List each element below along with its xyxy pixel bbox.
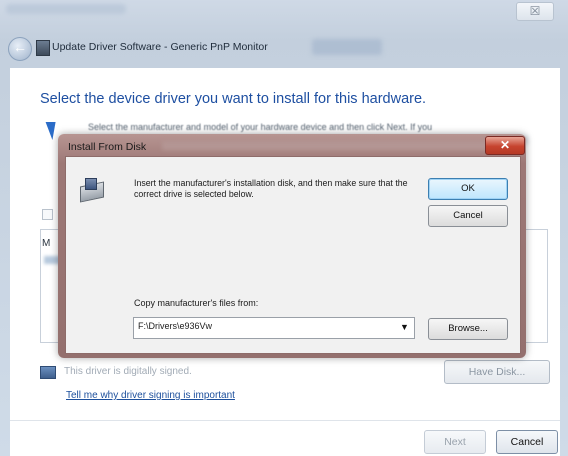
list-column-header: M: [42, 238, 51, 249]
insert-disk-message: Insert the manufacturer's installation d…: [134, 178, 408, 199]
window-close-button[interactable]: ☒: [516, 2, 554, 21]
title-blurred-chip: [312, 39, 382, 55]
instruction-text: Select the manufacturer and model of you…: [88, 122, 433, 132]
path-value[interactable]: F:\Drivers\e936Vw: [138, 321, 212, 331]
back-arrow-icon: ←: [13, 39, 27, 55]
browse-button[interactable]: Browse...: [428, 318, 508, 340]
signature-status-text: This driver is digitally signed.: [64, 366, 192, 377]
dialog-title: Install From Disk: [68, 141, 147, 153]
ok-button[interactable]: OK: [428, 178, 508, 200]
titlebar-blurred-text: [6, 4, 126, 14]
next-button[interactable]: Next: [424, 430, 486, 454]
dialog-title-blurred: [162, 141, 492, 150]
monitor-icon: [36, 40, 50, 56]
show-compatible-checkbox[interactable]: [42, 209, 53, 220]
wizard-title: Update Driver Software - Generic PnP Mon…: [52, 41, 268, 53]
chevron-down-icon[interactable]: ▼: [400, 322, 409, 332]
driver-signing-link[interactable]: Tell me why driver signing is important: [66, 390, 235, 401]
have-disk-button[interactable]: Have Disk...: [444, 360, 550, 384]
wizard-cancel-button[interactable]: Cancel: [496, 430, 558, 454]
copy-from-label: Copy manufacturer's files from:: [134, 298, 259, 308]
dialog-cancel-button[interactable]: Cancel: [428, 205, 508, 227]
disk-drive-icon: [80, 178, 106, 203]
shield-icon: [40, 366, 56, 379]
footer-divider: [10, 420, 560, 421]
dialog-close-button[interactable]: ✕: [485, 136, 525, 155]
page-heading: Select the device driver you want to ins…: [40, 91, 427, 107]
